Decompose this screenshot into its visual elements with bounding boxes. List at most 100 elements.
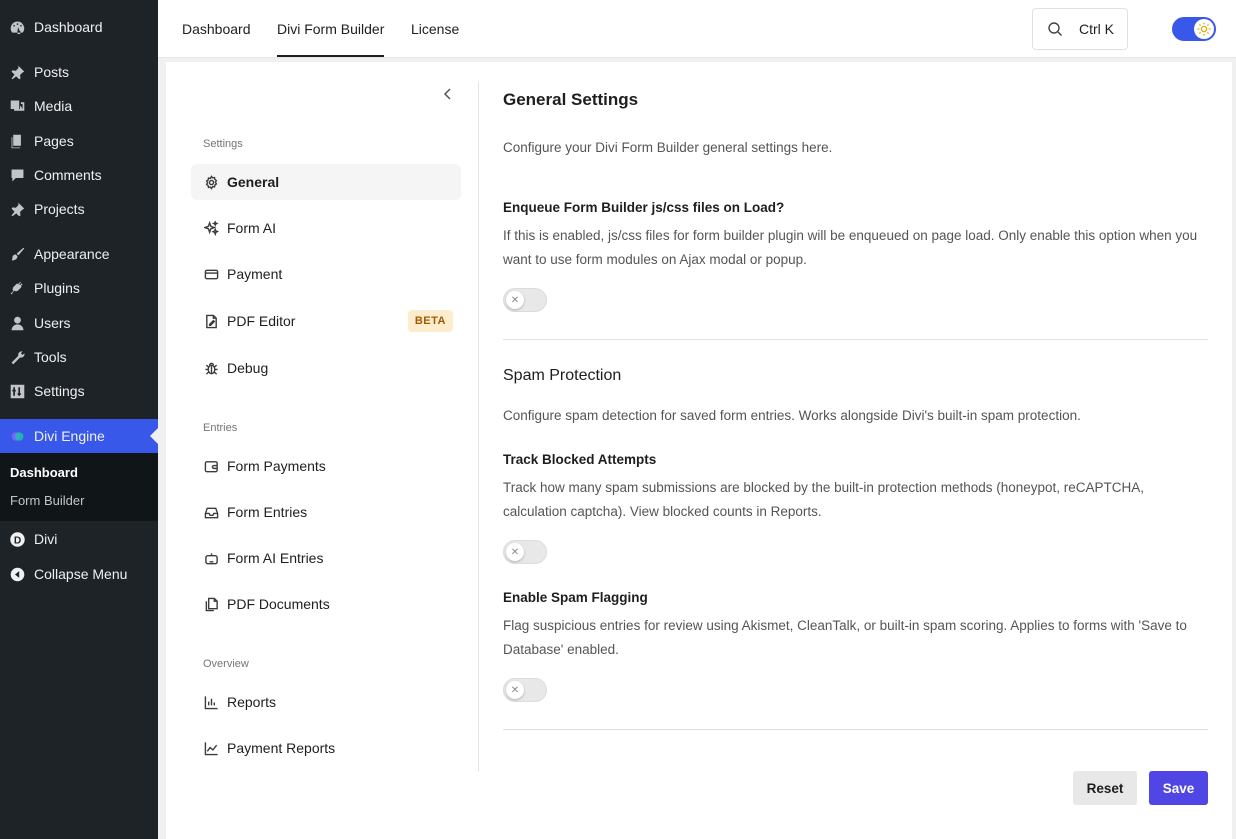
wp-menu-label: Divi Engine: [34, 428, 105, 444]
user-icon: [8, 314, 26, 332]
chevron-left-icon[interactable]: [440, 86, 456, 102]
theme-toggle[interactable]: [1172, 17, 1216, 41]
sun-icon: [1194, 19, 1214, 39]
nav-item-label: Form AI: [227, 220, 277, 236]
nav-item-pdf-editor[interactable]: PDF Editor BETA: [191, 303, 461, 339]
nav-item-form-ai[interactable]: Form AI: [191, 210, 461, 246]
save-button[interactable]: Save: [1149, 771, 1208, 805]
nav-item-label: Payment: [227, 266, 283, 282]
wp-menu-label: Media: [34, 98, 73, 114]
brush-icon: [8, 245, 26, 263]
nav-item-label: PDF Documents: [227, 596, 330, 612]
robot-icon: [203, 550, 219, 566]
divi-engine-icon: [8, 427, 26, 445]
nav-item-label: Debug: [227, 360, 269, 376]
nav-group-overview: Overview: [203, 658, 249, 670]
wp-menu-label: Divi: [34, 531, 58, 547]
wp-menu-label: Settings: [34, 383, 85, 399]
nav-item-label: Reports: [227, 694, 277, 710]
nav-group-entries: Entries: [203, 422, 238, 434]
wp-menu-label: Comments: [34, 167, 102, 183]
comment-icon: [8, 166, 26, 184]
sparkle-icon: [203, 220, 219, 236]
tab-dashboard[interactable]: Dashboard: [182, 0, 251, 58]
wp-menu-label: Appearance: [34, 246, 110, 262]
page-title: General Settings: [503, 90, 639, 109]
document-edit-icon: [203, 313, 219, 329]
wrench-icon: [8, 348, 26, 366]
wp-menu-plugins[interactable]: Plugins: [0, 271, 158, 305]
plug-icon: [8, 279, 26, 297]
wp-menu-settings[interactable]: Settings: [0, 374, 158, 408]
spam-flagging-toggle[interactable]: ✕: [503, 678, 547, 702]
nav-item-debug[interactable]: Debug: [191, 350, 461, 386]
nav-item-form-payments[interactable]: Form Payments: [191, 448, 461, 484]
wp-menu-posts[interactable]: Posts: [0, 55, 158, 89]
wp-admin-sidebar: Dashboard Posts Media Pages Comments Pro…: [0, 0, 158, 839]
wp-menu-comments[interactable]: Comments: [0, 158, 158, 192]
bar-chart-icon: [203, 694, 219, 710]
panel-divider: [478, 82, 479, 772]
nav-item-payment-reports[interactable]: Payment Reports: [191, 730, 461, 766]
nav-item-payment[interactable]: Payment: [191, 256, 461, 292]
divi-icon: D: [8, 530, 26, 548]
nav-item-label: Form AI Entries: [227, 550, 324, 566]
pin-icon: [8, 200, 26, 218]
track-blocked-description: Track how many spam submissions are bloc…: [503, 480, 1145, 519]
spam-flagging-description: Flag suspicious entries for review using…: [503, 618, 1187, 657]
wp-menu-label: Pages: [34, 133, 74, 149]
wp-menu-label: Posts: [34, 64, 70, 80]
beta-badge: BETA: [407, 310, 453, 332]
wp-menu-appearance[interactable]: Appearance: [0, 237, 158, 271]
wp-menu-label: Users: [34, 315, 71, 331]
tab-license[interactable]: License: [411, 0, 459, 58]
toggle-off-icon: ✕: [506, 543, 524, 561]
track-blocked-label: Track Blocked Attempts: [503, 452, 657, 467]
wp-submenu-form-builder[interactable]: Form Builder: [10, 493, 84, 508]
nav-item-label: Payment Reports: [227, 740, 336, 756]
nav-item-label: General: [227, 174, 280, 190]
wp-menu-projects[interactable]: Projects: [0, 192, 158, 226]
wp-menu-label: Dashboard: [34, 19, 103, 35]
enqueue-label: Enqueue Form Builder js/css files on Loa…: [503, 200, 785, 215]
wp-menu-label: Collapse Menu: [34, 566, 128, 582]
nav-item-form-entries[interactable]: Form Entries: [191, 494, 461, 530]
dashboard-icon: [8, 18, 26, 36]
sliders-icon: [8, 382, 26, 400]
reset-button[interactable]: Reset: [1073, 771, 1137, 805]
tab-divi-form-builder[interactable]: Divi Form Builder: [277, 0, 385, 58]
wp-menu-collapse[interactable]: Collapse Menu: [0, 557, 158, 591]
track-blocked-toggle[interactable]: ✕: [503, 540, 547, 564]
wp-menu-dashboard[interactable]: Dashboard: [0, 10, 158, 44]
wp-menu-pages[interactable]: Pages: [0, 124, 158, 158]
wp-menu-users[interactable]: Users: [0, 306, 158, 340]
credit-card-icon: [203, 266, 219, 282]
toggle-off-icon: ✕: [506, 291, 524, 309]
enqueue-toggle[interactable]: ✕: [503, 288, 547, 312]
nav-item-form-ai-entries[interactable]: Form AI Entries: [191, 540, 461, 576]
inbox-icon: [203, 504, 219, 520]
wp-submenu-dashboard[interactable]: Dashboard: [10, 465, 78, 480]
nav-group-settings: Settings: [203, 138, 243, 150]
wallet-icon: [203, 458, 219, 474]
media-icon: [8, 97, 26, 115]
section-divider: [503, 339, 1208, 340]
pages-icon: [8, 132, 26, 150]
pin-icon: [8, 63, 26, 81]
wp-menu-divi-engine[interactable]: Divi Engine: [0, 419, 158, 453]
nav-item-label: PDF Editor: [227, 313, 296, 329]
wp-menu-media[interactable]: Media: [0, 89, 158, 123]
wp-menu-tools[interactable]: Tools: [0, 340, 158, 374]
nav-item-label: Form Entries: [227, 504, 308, 520]
wp-menu-divi[interactable]: D Divi: [0, 522, 158, 556]
bug-icon: [203, 360, 219, 376]
search-button[interactable]: Ctrl K: [1032, 8, 1128, 50]
active-menu-arrow: [150, 428, 158, 444]
nav-item-reports[interactable]: Reports: [191, 684, 461, 720]
collapse-icon: [8, 565, 26, 583]
nav-item-pdf-documents[interactable]: PDF Documents: [191, 586, 461, 622]
top-bar: Dashboard Divi Form Builder License Ctrl…: [158, 0, 1236, 58]
nav-item-general[interactable]: General: [191, 164, 461, 200]
gear-icon: [203, 174, 219, 190]
wp-menu-label: Tools: [34, 349, 67, 365]
